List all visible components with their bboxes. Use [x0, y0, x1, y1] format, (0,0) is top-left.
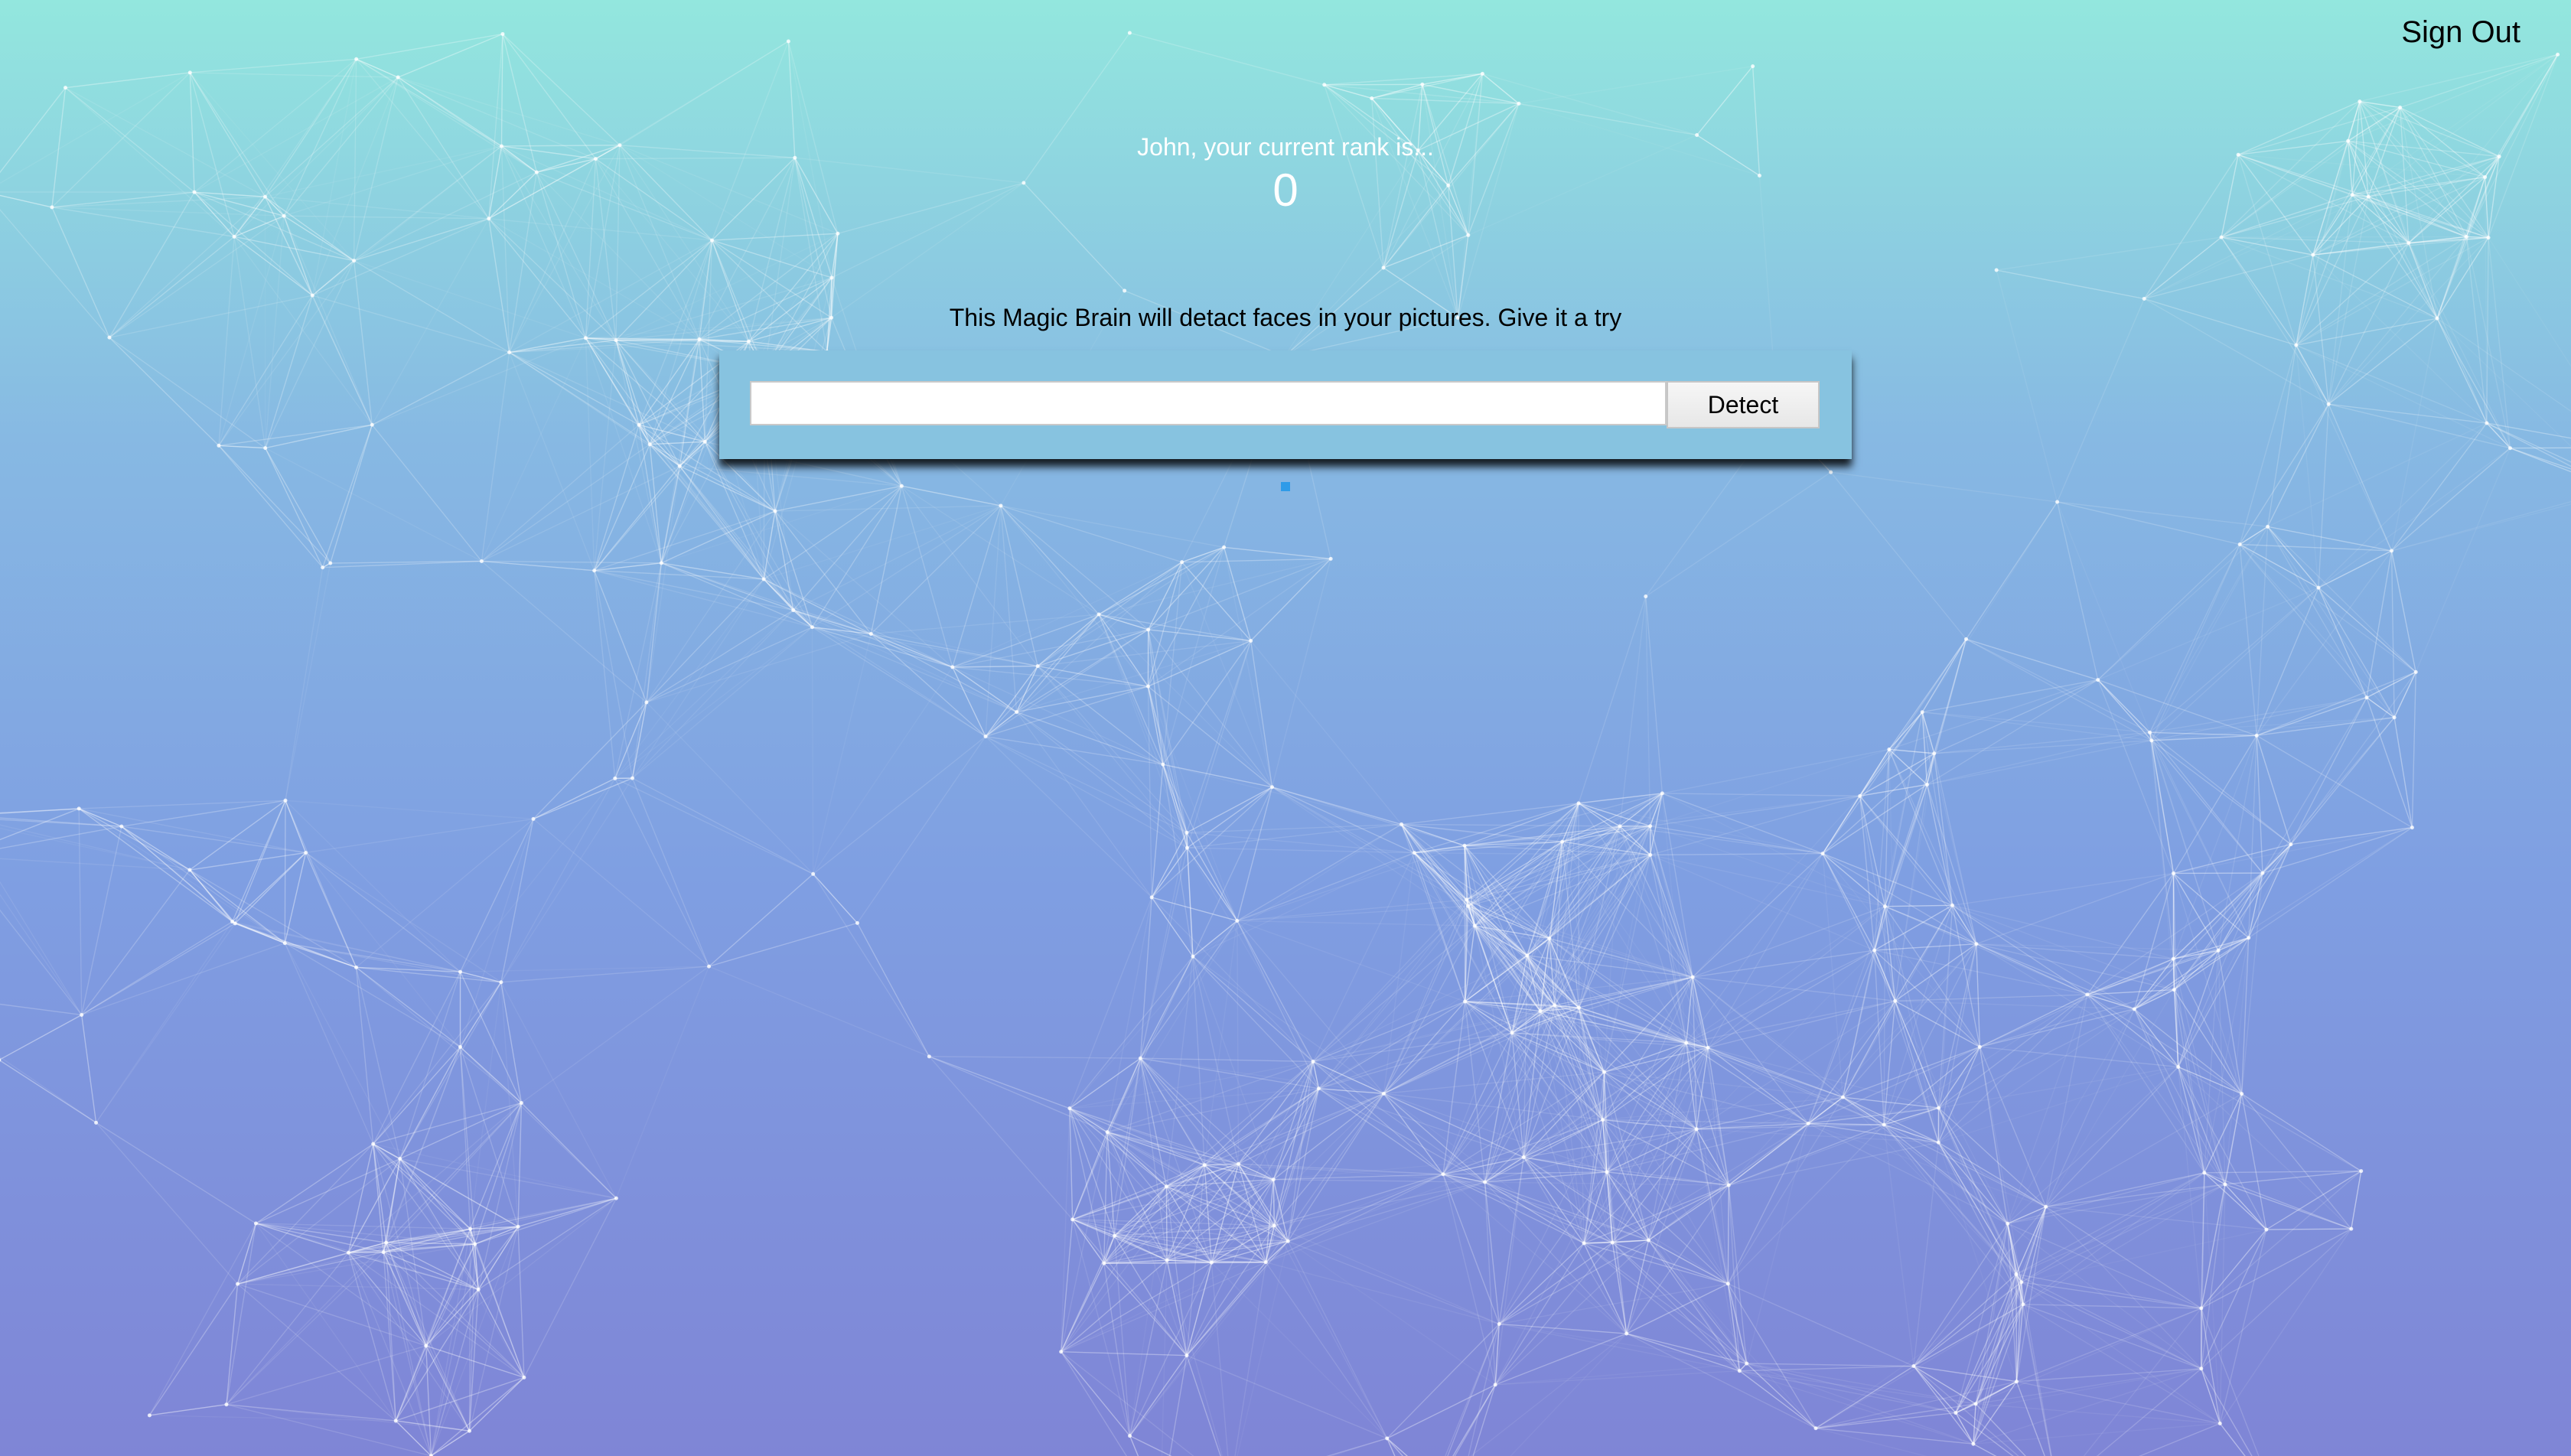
sign-out-link[interactable]: Sign Out — [2401, 15, 2520, 50]
rank-value: 0 — [1272, 164, 1299, 216]
broken-image-icon — [1281, 482, 1290, 491]
rank-section: John, your current rank is... 0 — [0, 130, 2571, 217]
particle-network-background — [0, 31, 2571, 1456]
detect-button[interactable]: Detect — [1667, 381, 1820, 428]
rank-title: John, your current rank is... — [1137, 133, 1434, 161]
intro-text: This Magic Brain will detact faces in yo… — [949, 304, 1622, 331]
image-url-input[interactable] — [750, 381, 1667, 425]
image-link-form: Detect — [719, 350, 1852, 459]
